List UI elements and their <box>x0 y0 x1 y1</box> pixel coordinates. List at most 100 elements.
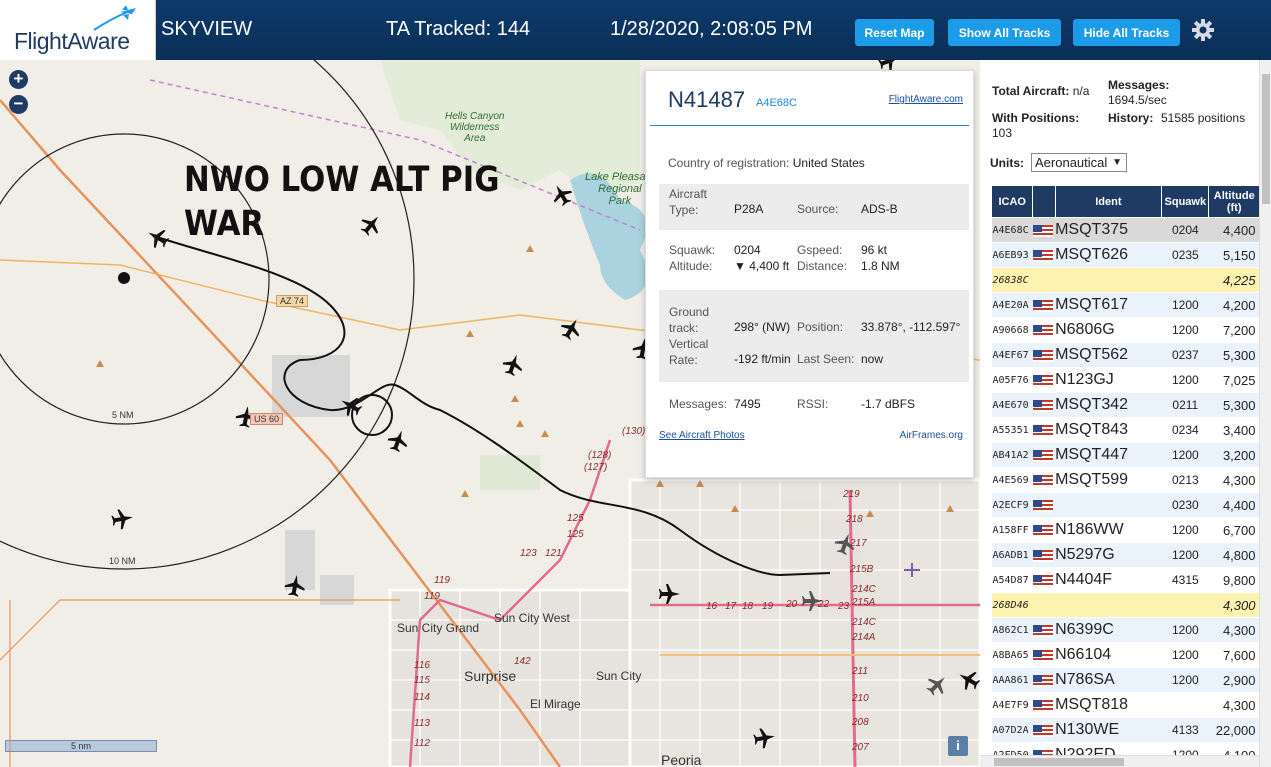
distance-label: Distance: <box>797 259 848 273</box>
units-select[interactable]: Aeronautical ▼ <box>1031 153 1127 172</box>
column-header-altitude[interactable]: Altitude (ft) <box>1208 185 1260 218</box>
airframes-link[interactable]: AirFrames.org <box>900 430 963 441</box>
table-row[interactable]: A2ECF9 0230 4,400 <box>991 492 1260 518</box>
squawk-cell: 1200 <box>1161 517 1209 543</box>
table-row[interactable]: AB41A2 MSQT447 1200 3,200 <box>991 442 1260 468</box>
altitude-cell: 4,200 <box>1208 292 1260 318</box>
popup-section-speed: Squawk: 0204 Gspeed: 96 kt Altitude: ▼ 4… <box>659 238 969 280</box>
hide-all-tracks-button[interactable]: Hide All Tracks <box>1073 19 1180 46</box>
altitude-value: ▼ 4,400 ft <box>734 259 790 273</box>
squawk-cell: 4133 <box>1161 717 1209 743</box>
table-row[interactable]: A4E20A MSQT617 1200 4,200 <box>991 292 1260 318</box>
ident-cell: N123GJ <box>1055 367 1162 393</box>
popup-hex: A4E68C <box>756 97 797 109</box>
gear-icon[interactable] <box>1191 18 1215 42</box>
ring-label-5nm: 5 NM <box>112 410 134 420</box>
us-flag-icon <box>1032 374 1053 387</box>
scrollbar-thumb[interactable] <box>1262 74 1270 204</box>
messages-label: Messages: <box>1108 78 1170 92</box>
table-row[interactable]: A158FF N186WW 1200 6,700 <box>991 517 1260 543</box>
aircraft-icon[interactable] <box>549 182 575 208</box>
table-row[interactable]: A4E7F9 MSQT818 4,300 <box>991 692 1260 718</box>
ident-cell: MSQT626 <box>1055 242 1162 268</box>
icao-cell: A4E7F9 <box>991 692 1033 718</box>
aircraft-icon[interactable] <box>385 428 411 454</box>
range-ring-10nm <box>0 60 415 570</box>
flag-cell <box>1032 367 1056 393</box>
aircraft-icon[interactable] <box>751 725 777 751</box>
ident-cell: N6806G <box>1055 317 1162 343</box>
source-label: Source: <box>797 202 839 216</box>
flag-cell <box>1032 267 1056 293</box>
flag-cell <box>1032 217 1056 243</box>
flag-cell <box>1032 617 1056 643</box>
table-row[interactable]: A4E670 MSQT342 0211 5,300 <box>991 392 1260 418</box>
table-row[interactable]: 268D46 4,300 <box>991 592 1260 618</box>
scrollbar-thumb[interactable] <box>994 758 1124 766</box>
zoom-in-button[interactable]: + <box>9 70 28 89</box>
us-flag-icon <box>1032 224 1053 237</box>
us-flag-icon <box>1032 474 1053 487</box>
route-number: 208 <box>852 717 869 728</box>
column-header-icao[interactable]: ICAO <box>990 185 1034 218</box>
table-row[interactable]: A54D87 N4404F 4315 9,800 <box>991 567 1260 593</box>
gspeed-value: 96 kt <box>861 243 888 257</box>
route-number: 215B <box>850 564 874 575</box>
table-row[interactable]: A862C1 N6399C 1200 4,300 <box>991 617 1260 643</box>
reset-map-button[interactable]: Reset Map <box>855 19 934 46</box>
zoom-out-button[interactable]: − <box>9 95 28 114</box>
table-row[interactable]: A4E68C MSQT375 0204 4,400 <box>991 217 1260 243</box>
us-flag-icon <box>1032 499 1053 512</box>
flightaware-link[interactable]: FlightAware.com <box>889 94 963 105</box>
aircraft-icon[interactable] <box>924 672 950 698</box>
column-header-flag[interactable] <box>1032 185 1056 218</box>
aircraft-icon[interactable] <box>956 667 980 693</box>
messages-value: 7495 <box>734 397 761 411</box>
column-header-ident[interactable]: Ident <box>1054 185 1163 218</box>
aircraft-icon[interactable] <box>656 581 682 607</box>
info-button[interactable]: i <box>948 736 968 756</box>
route-number: 19 <box>762 601 774 612</box>
ident-cell <box>1055 592 1162 618</box>
map-view[interactable]: Hells Canyon Wilderness Area Lake Pleasa… <box>0 60 980 767</box>
aircraft-icon[interactable] <box>109 506 135 532</box>
table-row[interactable]: A4EF67 MSQT562 0237 5,300 <box>991 342 1260 368</box>
table-row[interactable]: A90668 N6806G 1200 7,200 <box>991 317 1260 343</box>
altitude-cell: 7,025 <box>1208 367 1260 393</box>
table-row[interactable]: A6ADB1 N5297G 1200 4,800 <box>991 542 1260 568</box>
show-all-tracks-button[interactable]: Show All Tracks <box>948 19 1061 46</box>
app-title: SKYVIEW <box>161 18 253 40</box>
route-number: 23 <box>838 601 850 612</box>
aircraft-icon[interactable] <box>500 352 526 378</box>
route-number: 20 <box>786 599 798 610</box>
table-row[interactable]: A4E569 MSQT599 0213 4,300 <box>991 467 1260 493</box>
ident-cell: N786SA <box>1055 667 1162 693</box>
aircraft-icon[interactable] <box>282 573 308 599</box>
ident-cell: N66104 <box>1055 642 1162 668</box>
aircraft-icon[interactable] <box>558 316 584 342</box>
aircraft-icon[interactable] <box>338 393 364 419</box>
route-number: 142 <box>514 656 531 667</box>
table-row[interactable]: A05F76 N123GJ 1200 7,025 <box>991 367 1260 393</box>
route-number: 211 <box>852 666 868 677</box>
vertical-scrollbar[interactable] <box>1259 60 1271 767</box>
icao-cell: AAA861 <box>991 667 1033 693</box>
table-row[interactable]: A55351 MSQT843 0234 3,400 <box>991 417 1260 443</box>
messages-value: 1694.5/sec <box>1108 93 1167 107</box>
table-row[interactable]: 26838C 4,225 <box>991 267 1260 293</box>
logo[interactable]: FlightAware <box>0 0 156 60</box>
aircraft-icon-selected[interactable] <box>145 225 171 251</box>
table-row[interactable]: AAA861 N786SA 1200 2,900 <box>991 667 1260 693</box>
rssi-label: RSSI: <box>797 397 829 411</box>
altitude-cell: 4,300 <box>1208 617 1260 643</box>
table-row[interactable]: A8BA65 N66104 1200 7,600 <box>991 642 1260 668</box>
table-row[interactable]: A07D2A N130WE 4133 22,000 <box>991 717 1260 743</box>
us-flag-icon <box>1032 674 1053 687</box>
horizontal-scrollbar[interactable] <box>980 755 1259 767</box>
us-flag-icon <box>1032 649 1053 662</box>
table-row[interactable]: A6EB93 MSQT626 0235 5,150 <box>991 242 1260 268</box>
squawk-cell <box>1161 692 1209 718</box>
altitude-cell: 22,000 <box>1208 717 1260 743</box>
column-header-squawk[interactable]: Squawk <box>1161 185 1210 218</box>
aircraft-photos-link[interactable]: See Aircraft Photos <box>659 430 745 441</box>
